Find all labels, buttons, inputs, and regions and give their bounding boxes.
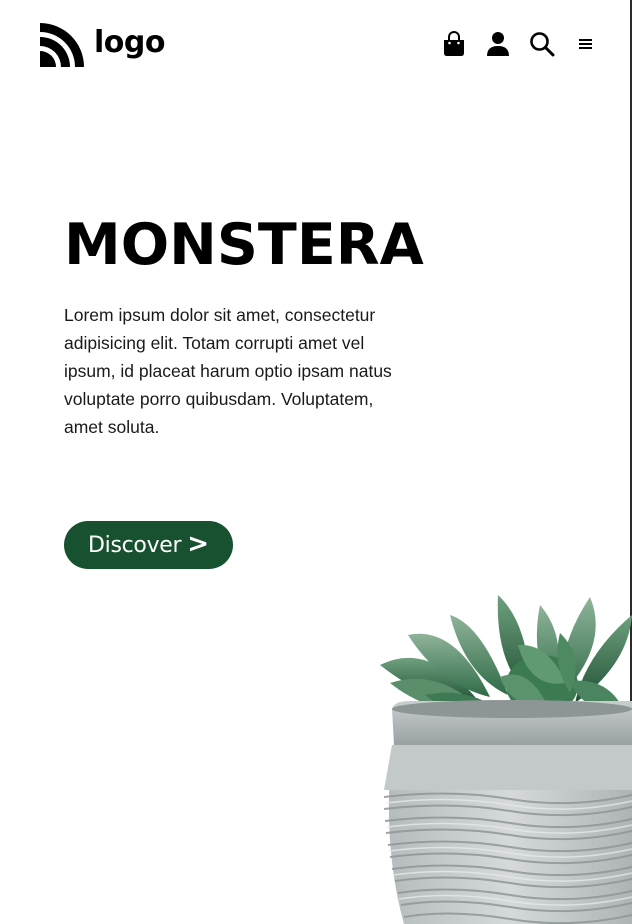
search-icon[interactable] bbox=[528, 30, 556, 58]
succulent-pot-image bbox=[380, 595, 632, 924]
logo-mark-icon bbox=[40, 23, 84, 67]
site-header: logo bbox=[40, 22, 600, 68]
header-actions bbox=[424, 30, 600, 58]
logo[interactable]: logo bbox=[40, 22, 165, 68]
logo-text: logo bbox=[94, 25, 165, 60]
chevron-right-icon: > bbox=[187, 529, 210, 559]
discover-button-label: Discover bbox=[88, 532, 182, 558]
discover-button[interactable]: Discover > bbox=[64, 521, 234, 569]
menu-icon[interactable] bbox=[572, 30, 600, 58]
user-icon[interactable] bbox=[484, 30, 512, 58]
hero-description: Lorem ipsum dolor sit amet, consectetur … bbox=[64, 305, 392, 437]
hero-title: MONSTERA bbox=[64, 212, 424, 278]
bag-icon[interactable] bbox=[440, 30, 468, 58]
